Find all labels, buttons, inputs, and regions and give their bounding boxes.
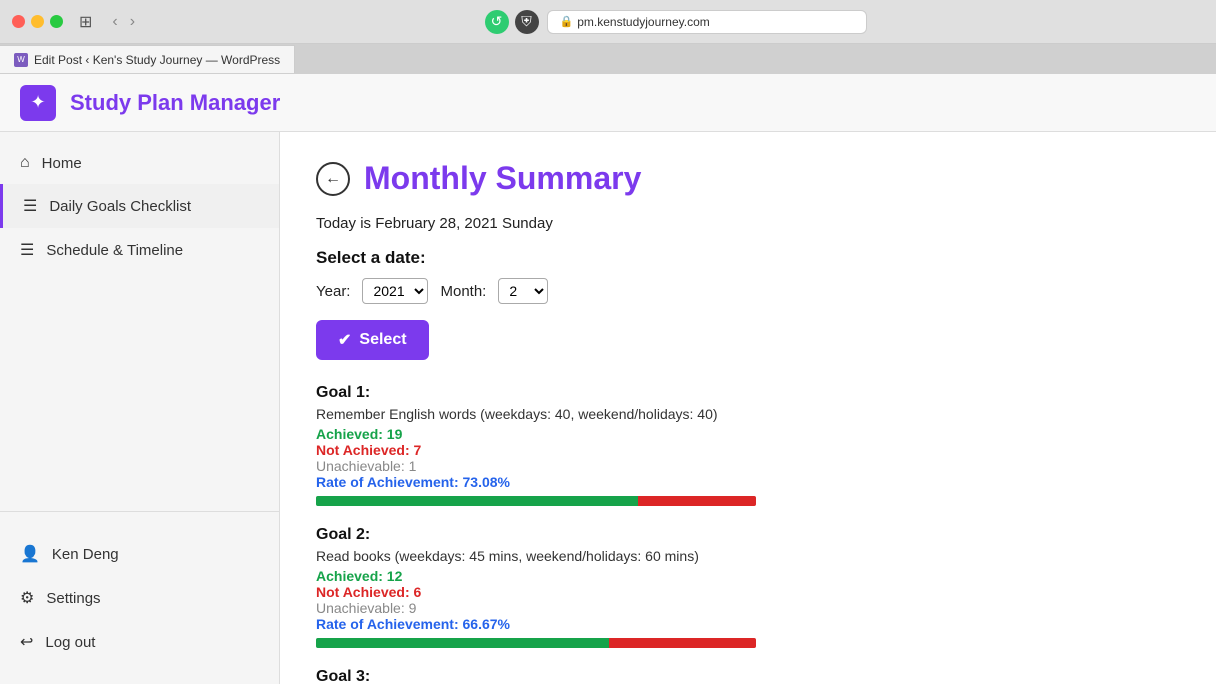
select-date-label: Select a date: (316, 248, 1180, 268)
back-button[interactable]: ← (316, 162, 350, 196)
sidebar-item-home-label: Home (42, 155, 82, 172)
sidebar-divider (0, 511, 279, 512)
goal-2-description: Read books (weekdays: 45 mins, weekend/h… (316, 548, 1180, 564)
sidebar-nav: ⌂ Home ☰ Daily Goals Checklist ☰ Schedul… (0, 142, 279, 501)
mac-titlebar: ⊞ ‹ › ↺ ⛨ 🔒 pm.kenstudyjourney.com (0, 0, 1216, 44)
goal-2-title: Goal 2: (316, 526, 1180, 544)
fullscreen-button[interactable] (50, 15, 63, 28)
goal-1-progress-bar (316, 496, 756, 506)
tab-favicon: W (14, 53, 28, 67)
refresh-icon[interactable]: ↺ (485, 10, 509, 34)
shield-icon[interactable]: ⛨ (515, 10, 539, 34)
goal-2-progress-green (316, 638, 609, 648)
page-header: ← Monthly Summary (316, 160, 1180, 197)
sidebar-item-schedule-label: Schedule & Timeline (46, 242, 183, 259)
app-body: ⌂ Home ☰ Daily Goals Checklist ☰ Schedul… (0, 132, 1216, 684)
year-select[interactable]: 2021 2020 2022 (362, 278, 428, 304)
browser-icons: ↺ ⛨ (485, 10, 539, 34)
app-header: ✦ Study Plan Manager (0, 74, 1216, 132)
back-arrow-icon: ← (325, 170, 341, 188)
goal-2-not-achieved: Not Achieved: 6 (316, 584, 1180, 600)
date-selectors: Year: 2021 2020 2022 Month: 2 1 3 4 5 6 … (316, 278, 1180, 304)
sidebar-item-daily-goals-label: Daily Goals Checklist (49, 198, 191, 215)
select-button[interactable]: ✔ Select (316, 320, 429, 360)
list-icon: ☰ (23, 196, 37, 216)
app-logo: ✦ (20, 85, 56, 121)
goal-2-unachievable: Unachievable: 9 (316, 600, 1180, 616)
goal-2-achieved: Achieved: 12 (316, 568, 1180, 584)
sidebar-item-daily-goals[interactable]: ☰ Daily Goals Checklist (0, 184, 279, 228)
browser-toolbar: ↺ ⛨ 🔒 pm.kenstudyjourney.com (147, 10, 1204, 34)
sidebar-toggle-icon[interactable]: ⊞ (79, 12, 92, 32)
schedule-icon: ☰ (20, 240, 34, 260)
goal-1-not-achieved: Not Achieved: 7 (316, 442, 1180, 458)
sidebar: ⌂ Home ☰ Daily Goals Checklist ☰ Schedul… (0, 132, 280, 684)
goal-1-progress-red (638, 496, 756, 506)
goal-1-achieved: Achieved: 19 (316, 426, 1180, 442)
goal-2-section: Goal 2: Read books (weekdays: 45 mins, w… (316, 526, 1180, 648)
month-label: Month: (440, 283, 486, 300)
back-nav-arrow[interactable]: ‹ (108, 11, 121, 33)
today-label: Today is February 28, 2021 Sunday (316, 215, 1180, 232)
goal-1-section: Goal 1: Remember English words (weekdays… (316, 384, 1180, 506)
sidebar-item-logout[interactable]: ↩ Log out (0, 620, 279, 664)
year-label: Year: (316, 283, 350, 300)
goal-2-progress-bar (316, 638, 756, 648)
goal-2-progress-red (609, 638, 756, 648)
logo-symbol: ✦ (30, 92, 45, 113)
sidebar-item-user[interactable]: 👤 Ken Deng (0, 532, 279, 576)
sidebar-item-settings[interactable]: ⚙ Settings (0, 576, 279, 620)
minimize-button[interactable] (31, 15, 44, 28)
sidebar-item-settings-label: Settings (46, 590, 100, 607)
select-button-label: Select (359, 331, 406, 349)
logout-icon: ↩ (20, 632, 33, 652)
month-select[interactable]: 2 1 3 4 5 6 7 8 9 10 11 12 (498, 278, 548, 304)
lock-icon: 🔒 (560, 15, 574, 28)
tab-bar: W Edit Post ‹ Ken's Study Journey — Word… (0, 44, 1216, 74)
browser-tab[interactable]: W Edit Post ‹ Ken's Study Journey — Word… (0, 45, 295, 73)
close-button[interactable] (12, 15, 25, 28)
sidebar-item-schedule[interactable]: ☰ Schedule & Timeline (0, 228, 279, 272)
forward-nav-arrow[interactable]: › (126, 11, 139, 33)
goal-1-unachievable: Unachievable: 1 (316, 458, 1180, 474)
goal-2-rate: Rate of Achievement: 66.67% (316, 616, 1180, 632)
goal-1-description: Remember English words (weekdays: 40, we… (316, 406, 1180, 422)
goal-1-progress-green (316, 496, 638, 506)
page-title: Monthly Summary (364, 160, 641, 197)
settings-icon: ⚙ (20, 588, 34, 608)
goal-1-title: Goal 1: (316, 384, 1180, 402)
app-title: Study Plan Manager (70, 90, 280, 116)
address-text: pm.kenstudyjourney.com (577, 15, 710, 29)
address-bar[interactable]: 🔒 pm.kenstudyjourney.com (547, 10, 867, 34)
goal-1-rate: Rate of Achievement: 73.08% (316, 474, 1180, 490)
sidebar-item-user-label: Ken Deng (52, 546, 119, 563)
traffic-lights (12, 15, 63, 28)
sidebar-item-home[interactable]: ⌂ Home (0, 142, 279, 184)
main-content: ← Monthly Summary Today is February 28, … (280, 132, 1216, 684)
home-icon: ⌂ (20, 154, 30, 172)
sidebar-bottom: 👤 Ken Deng ⚙ Settings ↩ Log out (0, 522, 279, 674)
check-circle-icon: ✔ (338, 330, 351, 350)
goal-3-title: Goal 3: (316, 668, 1180, 684)
sidebar-item-logout-label: Log out (45, 634, 95, 651)
tab-label: Edit Post ‹ Ken's Study Journey — WordPr… (34, 53, 280, 67)
goal-3-section: Goal 3: (316, 668, 1180, 684)
user-icon: 👤 (20, 544, 40, 564)
nav-arrows: ‹ › (108, 11, 139, 33)
